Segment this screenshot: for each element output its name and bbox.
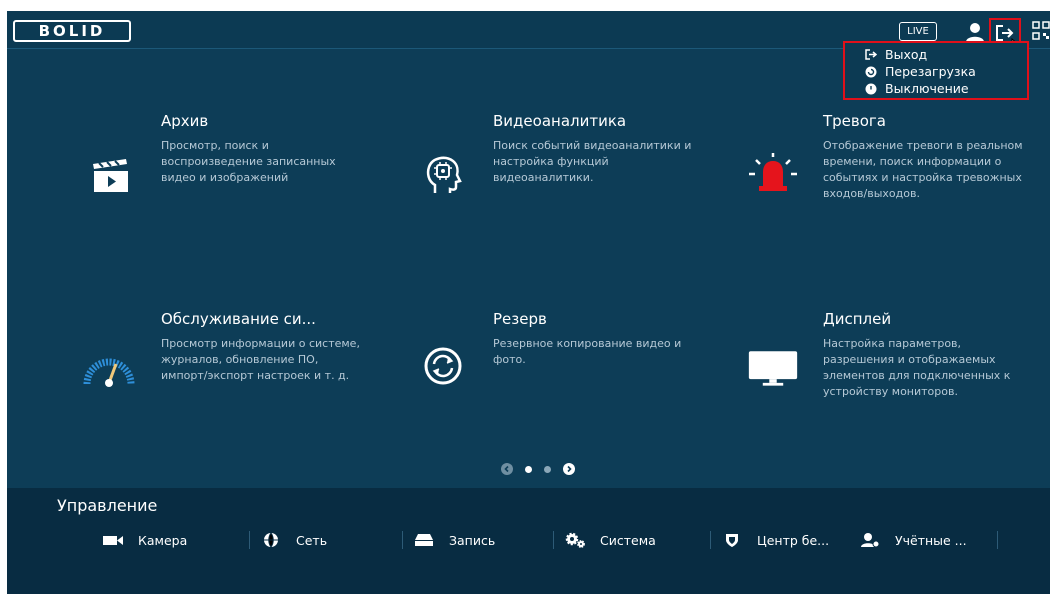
mgmt-item-label: Система xyxy=(600,532,656,548)
menu-item-label: Выход xyxy=(885,47,928,62)
tile-description: Поиск событий видеоаналитики и настройка… xyxy=(493,139,692,184)
tile-description: Просмотр, поиск и воспроизведение записа… xyxy=(161,139,336,184)
management-toolbar: Камера Сеть Запись Система Центр бе... У… xyxy=(102,529,1008,551)
tile-video-analytics[interactable]: Видеоаналитика Поиск событий видеоаналит… xyxy=(417,112,717,252)
menu-item-reboot[interactable]: Перезагрузка xyxy=(863,63,1027,80)
tile-alarm[interactable]: Тревога Отображение тревоги в реальном в… xyxy=(747,112,1047,252)
shield-icon xyxy=(721,532,743,548)
mgmt-item-label: Камера xyxy=(138,532,188,548)
logo-text: BOLID xyxy=(38,22,106,40)
clapperboard-icon xyxy=(85,150,137,202)
qr-code-icon[interactable] xyxy=(1032,21,1050,41)
gears-icon xyxy=(564,532,586,548)
tile-description: Настройка параметров, разрешения и отобр… xyxy=(823,337,1011,398)
menu-item-shutdown[interactable]: Выключение xyxy=(863,80,1027,97)
bolid-logo: BOLID xyxy=(13,20,131,42)
power-icon xyxy=(863,83,879,95)
tile-title: Архив xyxy=(161,112,209,130)
chevron-left-icon xyxy=(504,465,509,473)
divider xyxy=(710,531,711,549)
tile-title: Дисплей xyxy=(823,310,892,328)
accounts-icon xyxy=(859,532,881,548)
monitor-icon xyxy=(747,342,799,394)
main-menu-screen: BOLID LIVE Выход Перезагрузка Выключение… xyxy=(7,11,1050,594)
tile-description: Резервное копирование видео и фото. xyxy=(493,337,682,366)
hdd-icon xyxy=(413,532,435,548)
ai-head-icon xyxy=(417,148,469,200)
tile-title: Резерв xyxy=(493,310,547,328)
page-dot-1[interactable] xyxy=(525,465,532,473)
reboot-icon xyxy=(863,66,879,78)
chevron-right-icon xyxy=(567,465,572,473)
divider xyxy=(553,531,554,549)
logout-icon xyxy=(863,49,879,61)
divider xyxy=(402,531,403,549)
tile-title: Тревога xyxy=(823,112,887,130)
alarm-siren-icon xyxy=(747,146,799,198)
user-icon[interactable] xyxy=(964,21,986,43)
mgmt-item-camera[interactable]: Камера xyxy=(102,529,249,551)
tile-backup[interactable]: Резерв Резервное копирование видео и фот… xyxy=(417,310,717,450)
mgmt-item-system[interactable]: Система xyxy=(564,529,710,551)
mgmt-item-record[interactable]: Запись xyxy=(413,529,553,551)
tile-title: Видеоаналитика xyxy=(493,112,627,130)
mgmt-item-label: Запись xyxy=(449,532,496,548)
mgmt-item-network[interactable]: Сеть xyxy=(260,529,402,551)
management-panel: Управление Камера Сеть Запись Система Це… xyxy=(7,488,1050,594)
mgmt-item-label: Сеть xyxy=(296,532,328,548)
camera-icon xyxy=(102,532,124,548)
mgmt-item-label: Учётные ... xyxy=(895,532,967,548)
page-indicator xyxy=(501,463,575,475)
network-globe-icon xyxy=(260,532,282,548)
menu-item-label: Выключение xyxy=(885,81,969,96)
page-dot-2[interactable] xyxy=(544,465,551,473)
previous-page-button[interactable] xyxy=(501,463,513,475)
menu-item-label: Перезагрузка xyxy=(885,64,976,79)
tile-description: Просмотр информации о системе, журналов,… xyxy=(161,337,360,382)
divider xyxy=(249,531,250,549)
next-page-button[interactable] xyxy=(563,463,575,475)
mgmt-item-accounts[interactable]: Учётные ... xyxy=(859,529,997,551)
live-button[interactable]: LIVE xyxy=(899,22,937,41)
tile-description: Отображение тревоги в реальном времени, … xyxy=(823,139,1023,200)
mgmt-item-label: Центр бе... xyxy=(757,532,830,548)
tile-system-maintenance[interactable]: Обслуживание си... Просмотр информации о… xyxy=(83,310,385,450)
gauge-icon xyxy=(83,344,135,396)
management-title: Управление xyxy=(57,496,158,515)
tile-display[interactable]: Дисплей Настройка параметров, разрешения… xyxy=(747,310,1047,450)
divider xyxy=(997,531,998,549)
backup-sync-icon xyxy=(417,340,469,392)
mgmt-item-security-center[interactable]: Центр бе... xyxy=(721,529,859,551)
live-button-label: LIVE xyxy=(907,26,929,37)
power-dropdown-menu: Выход Перезагрузка Выключение xyxy=(843,41,1029,100)
menu-item-logout[interactable]: Выход xyxy=(863,46,1027,63)
tile-title: Обслуживание си... xyxy=(161,310,316,328)
tile-archive[interactable]: Архив Просмотр, поиск и воспроизведение … xyxy=(85,112,385,252)
